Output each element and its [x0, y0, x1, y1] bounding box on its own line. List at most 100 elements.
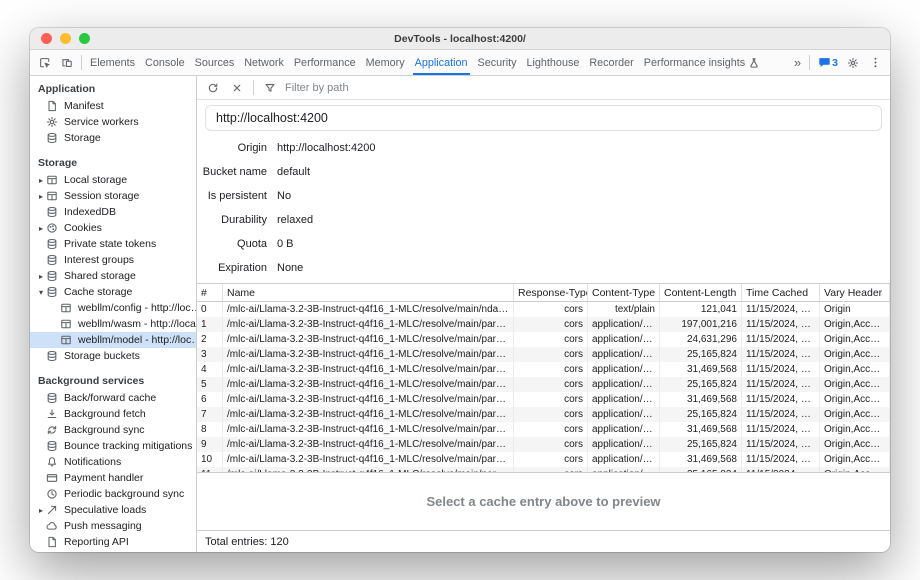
column-header-[interactable]: # — [197, 284, 223, 301]
sidebar-item-webllm-model-http-loc[interactable]: webllm/model - http://loc… — [30, 332, 196, 348]
sidebar-item-label: Background sync — [64, 424, 145, 436]
device-toolbar-icon[interactable] — [56, 52, 78, 74]
sidebar-item-storage-buckets[interactable]: Storage buckets — [30, 348, 196, 364]
tab-security[interactable]: Security — [473, 50, 522, 75]
tab-network[interactable]: Network — [239, 50, 289, 75]
sidebar-item-service-workers[interactable]: Service workers — [30, 114, 196, 130]
sidebar-item-webllm-wasm-http-loca[interactable]: webllm/wasm - http://loca… — [30, 316, 196, 332]
cell-content-type: application/oc… — [588, 377, 660, 392]
chevron-right-icon[interactable]: ▸ — [36, 506, 46, 515]
divider — [809, 55, 810, 70]
sidebar-item-reporting-api[interactable]: Reporting API — [30, 534, 196, 550]
cell-name: /mlc-ai/Llama-3.2-3B-Instruct-q4f16_1-ML… — [223, 437, 514, 452]
cell-: 6 — [197, 392, 223, 407]
tab-application[interactable]: Application — [410, 50, 473, 75]
sidebar-item-speculative-loads[interactable]: ▸ Speculative loads — [30, 502, 196, 518]
sidebar-item-label: webllm/config - http://loc… — [78, 302, 196, 314]
sidebar-item-label: Cache storage — [64, 286, 132, 298]
sidebar-item-private-state-tokens[interactable]: Private state tokens — [30, 236, 196, 252]
card-icon — [46, 472, 60, 485]
minimize-window-button[interactable] — [60, 33, 71, 44]
inspect-element-icon[interactable] — [34, 52, 56, 74]
cache-entry-row[interactable]: 6/mlc-ai/Llama-3.2-3B-Instruct-q4f16_1-M… — [197, 392, 890, 407]
chevron-right-icon[interactable]: ▸ — [36, 192, 46, 201]
devtools-main: ApplicationManifestService workersStorag… — [30, 76, 890, 552]
cache-entry-row[interactable]: 0/mlc-ai/Llama-3.2-3B-Instruct-q4f16_1-M… — [197, 302, 890, 317]
database-icon — [46, 254, 60, 267]
metadata-value: None — [277, 262, 890, 274]
tab-sources[interactable]: Sources — [190, 50, 240, 75]
cache-entry-row[interactable]: 3/mlc-ai/Llama-3.2-3B-Instruct-q4f16_1-M… — [197, 347, 890, 362]
column-header-vary-header[interactable]: Vary Header — [820, 284, 890, 301]
cell-vary-header: Origin — [820, 302, 890, 317]
column-header-name[interactable]: Name — [223, 284, 514, 301]
chevron-right-icon[interactable]: ▸ — [36, 176, 46, 185]
column-header-content-length[interactable]: Content-Length — [660, 284, 742, 301]
tab-label: Recorder — [589, 57, 633, 69]
sidebar-item-indexeddb[interactable]: IndexedDB — [30, 204, 196, 220]
sidebar-item-shared-storage[interactable]: ▸Shared storage — [30, 268, 196, 284]
cache-entry-row[interactable]: 2/mlc-ai/Llama-3.2-3B-Instruct-q4f16_1-M… — [197, 332, 890, 347]
metadata-label: Bucket name — [197, 166, 267, 178]
sidebar-item-label: Manifest — [64, 100, 104, 112]
tab-recorder[interactable]: Recorder — [584, 50, 638, 75]
metadata-row-bucket-name: Bucket namedefault — [197, 160, 890, 184]
fullscreen-window-button[interactable] — [79, 33, 90, 44]
chevron-right-icon[interactable]: ▸ — [36, 224, 46, 233]
database-icon — [46, 132, 60, 145]
sidebar-item-local-storage[interactable]: ▸Local storage — [30, 172, 196, 188]
service-worker-icon — [46, 116, 60, 129]
sidebar-item-webllm-config-http-loc[interactable]: webllm/config - http://loc… — [30, 300, 196, 316]
sidebar-item-background-sync[interactable]: Background sync — [30, 422, 196, 438]
sidebar-item-payment-handler[interactable]: Payment handler — [30, 470, 196, 486]
database-icon — [46, 392, 60, 405]
sidebar-item-storage[interactable]: Storage — [30, 130, 196, 146]
cache-entry-row[interactable]: 5/mlc-ai/Llama-3.2-3B-Instruct-q4f16_1-M… — [197, 377, 890, 392]
close-window-button[interactable] — [41, 33, 52, 44]
tab-performance[interactable]: Performance — [289, 50, 361, 75]
metadata-label: Is persistent — [197, 190, 267, 202]
filter-by-path-input[interactable]: Filter by path — [285, 82, 349, 94]
chevron-down-icon[interactable]: ▾ — [36, 288, 46, 297]
application-sidebar: ApplicationManifestService workersStorag… — [30, 76, 197, 552]
sidebar-item-back-forward-cache[interactable]: Back/forward cache — [30, 390, 196, 406]
cache-entry-row[interactable]: 9/mlc-ai/Llama-3.2-3B-Instruct-q4f16_1-M… — [197, 437, 890, 452]
cache-entry-row[interactable]: 7/mlc-ai/Llama-3.2-3B-Instruct-q4f16_1-M… — [197, 407, 890, 422]
sidebar-item-push-messaging[interactable]: Push messaging — [30, 518, 196, 534]
sidebar-item-interest-groups[interactable]: Interest groups — [30, 252, 196, 268]
column-header-time-cached[interactable]: Time Cached — [742, 284, 820, 301]
sidebar-item-notifications[interactable]: Notifications — [30, 454, 196, 470]
cache-entry-row[interactable]: 1/mlc-ai/Llama-3.2-3B-Instruct-q4f16_1-M… — [197, 317, 890, 332]
column-header-content-type[interactable]: Content-Type — [588, 284, 660, 301]
chevron-right-icon[interactable]: ▸ — [36, 272, 46, 281]
more-tabs-icon[interactable]: » — [789, 55, 806, 70]
sidebar-item-session-storage[interactable]: ▸Session storage — [30, 188, 196, 204]
tab-elements[interactable]: Elements — [85, 50, 140, 75]
cell-response-type: cors — [514, 392, 588, 407]
tab-performance-insights[interactable]: Performance insights — [639, 50, 765, 75]
cell-vary-header: Origin,Access… — [820, 362, 890, 377]
tab-label: Application — [415, 57, 468, 69]
tab-memory[interactable]: Memory — [361, 50, 410, 75]
delete-selected-icon[interactable] — [226, 77, 248, 99]
refresh-icon[interactable] — [202, 77, 224, 99]
sidebar-item-background-fetch[interactable]: Background fetch — [30, 406, 196, 422]
sidebar-section-title: Background services — [30, 370, 196, 390]
cell-content-length: 31,469,568 — [660, 422, 742, 437]
cache-entry-row[interactable]: 8/mlc-ai/Llama-3.2-3B-Instruct-q4f16_1-M… — [197, 422, 890, 437]
column-header-response-type[interactable]: Response-Type — [514, 284, 588, 301]
cache-entry-row[interactable]: 4/mlc-ai/Llama-3.2-3B-Instruct-q4f16_1-M… — [197, 362, 890, 377]
tab-console[interactable]: Console — [140, 50, 190, 75]
settings-gear-icon[interactable] — [842, 52, 864, 74]
sidebar-item-label: Notifications — [64, 456, 121, 468]
tab-lighthouse[interactable]: Lighthouse — [522, 50, 585, 75]
sidebar-item-label: Speculative loads — [64, 504, 146, 516]
sidebar-item-bounce-tracking-mitigations[interactable]: Bounce tracking mitigations — [30, 438, 196, 454]
sidebar-item-cookies[interactable]: ▸Cookies — [30, 220, 196, 236]
sidebar-item-periodic-background-sync[interactable]: Periodic background sync — [30, 486, 196, 502]
sidebar-item-cache-storage[interactable]: ▾ Cache storage — [30, 284, 196, 300]
cache-entry-row[interactable]: 10/mlc-ai/Llama-3.2-3B-Instruct-q4f16_1-… — [197, 452, 890, 467]
window-titlebar[interactable]: DevTools - localhost:4200/ — [30, 28, 890, 50]
more-options-icon[interactable] — [864, 52, 886, 74]
sidebar-item-manifest[interactable]: Manifest — [30, 98, 196, 114]
